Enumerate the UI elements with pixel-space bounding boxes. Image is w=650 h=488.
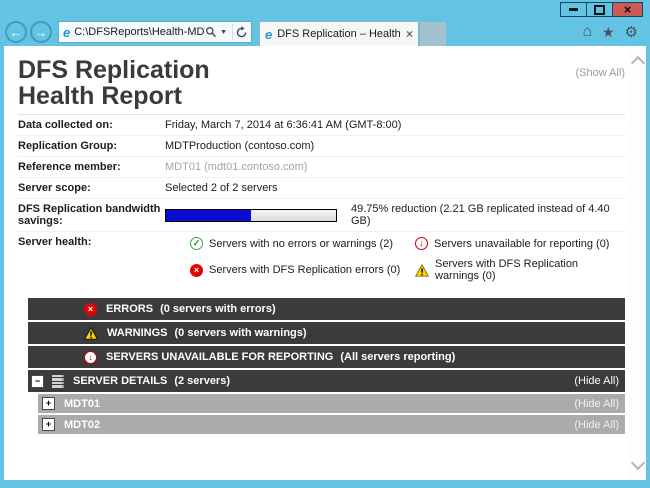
report-sections: × ERRORS (0 servers with errors) WARNING… xyxy=(28,298,625,434)
address-dropdown-icon[interactable]: ▼ xyxy=(220,29,227,36)
refresh-icon[interactable] xyxy=(235,26,248,39)
info-value: MDTProduction (contoso.com) xyxy=(165,140,625,152)
server-name: MDT02 xyxy=(64,419,100,431)
report-content: DFS Replication Health Report (Show All)… xyxy=(18,46,625,434)
collapse-box-icon[interactable]: − xyxy=(31,375,44,388)
server-row-mdt01[interactable]: + MDT01 (Hide All) xyxy=(38,394,625,413)
expand-box-icon[interactable]: + xyxy=(42,397,55,410)
settings-gear-icon[interactable]: ⚙ xyxy=(625,25,638,40)
page-favicon-ie-icon: e xyxy=(63,26,70,39)
close-icon: × xyxy=(624,3,632,16)
section-title: SERVERS UNAVAILABLE FOR REPORTING xyxy=(106,351,333,363)
health-item-errors: × Servers with DFS Replication errors (0… xyxy=(190,258,415,282)
section-errors-bar[interactable]: × ERRORS (0 servers with errors) xyxy=(28,298,625,320)
info-label: Reference member: xyxy=(18,161,165,173)
page-title: DFS Replication Health Report xyxy=(18,57,210,109)
expand-box-icon[interactable]: + xyxy=(42,418,55,431)
browser-tab[interactable]: e DFS Replication – Health Re... × xyxy=(259,21,419,46)
info-label: Server scope: xyxy=(18,182,165,194)
hide-all-link[interactable]: (Hide All) xyxy=(574,419,619,431)
favorites-star-icon[interactable]: ★ xyxy=(602,25,615,39)
server-icon xyxy=(52,375,64,388)
section-subtitle: (0 servers with errors) xyxy=(160,303,276,315)
report-page: DFS Replication Health Report (Show All)… xyxy=(4,46,646,480)
section-unavailable-bar[interactable]: ↓ SERVERS UNAVAILABLE FOR REPORTING (All… xyxy=(28,346,625,368)
health-item-text: Servers unavailable for reporting (0) xyxy=(434,238,609,250)
error-circle-icon: × xyxy=(190,264,203,277)
info-label: Server health: xyxy=(18,236,165,248)
section-subtitle: (2 servers) xyxy=(174,375,230,387)
health-item-unavailable: ↓ Servers unavailable for reporting (0) xyxy=(415,237,625,250)
error-circle-icon: × xyxy=(84,303,97,316)
tab-title: DFS Replication – Health Re... xyxy=(277,28,403,40)
bandwidth-progress-fill xyxy=(166,210,251,221)
bandwidth-text: 49.75% reduction (2.21 GB replicated ins… xyxy=(351,203,625,227)
home-icon[interactable]: ⌂ xyxy=(582,24,592,40)
health-item-text: Servers with DFS Replication errors (0) xyxy=(209,264,400,276)
info-value: Friday, March 7, 2014 at 6:36:41 AM (GMT… xyxy=(165,119,625,131)
forward-icon: → xyxy=(35,26,48,39)
info-label: Data collected on: xyxy=(18,119,165,131)
health-item-warnings: Servers with DFS Replication warnings (0… xyxy=(415,258,625,282)
info-row-server-scope: Server scope: Selected 2 of 2 servers xyxy=(18,178,625,199)
info-row-bandwidth-savings: DFS Replication bandwidth savings: 49.75… xyxy=(18,199,625,232)
page-scrollbar[interactable] xyxy=(629,46,646,480)
health-item-healthy: ✓ Servers with no errors or warnings (2) xyxy=(190,237,415,250)
check-circle-icon: ✓ xyxy=(190,237,203,250)
minimize-icon xyxy=(569,8,578,11)
health-item-text: Servers with DFS Replication warnings (0… xyxy=(435,258,625,282)
section-subtitle: (0 servers with warnings) xyxy=(175,327,307,339)
show-all-link[interactable]: (Show All) xyxy=(575,67,625,79)
section-title: SERVER DETAILS xyxy=(73,375,167,387)
unavailable-circle-icon: ↓ xyxy=(415,237,428,250)
info-value: MDT01 (mdt01.contoso.com) xyxy=(165,161,625,173)
minimize-button[interactable] xyxy=(560,2,587,17)
window-titlebar: × xyxy=(0,0,650,18)
server-row-mdt02[interactable]: + MDT02 (Hide All) xyxy=(38,415,625,434)
info-row-replication-group: Replication Group: MDTProduction (contos… xyxy=(18,136,625,157)
info-label: Replication Group: xyxy=(18,140,165,152)
unavailable-circle-icon: ↓ xyxy=(84,351,97,364)
scroll-down-icon[interactable] xyxy=(630,456,644,470)
close-button[interactable]: × xyxy=(612,2,643,17)
info-value: Selected 2 of 2 servers xyxy=(165,182,625,194)
address-divider xyxy=(232,24,233,40)
section-server-details-bar[interactable]: − SERVER DETAILS (2 servers) (Hide All) xyxy=(28,370,625,392)
hide-all-link[interactable]: (Hide All) xyxy=(574,375,619,387)
health-item-text: Servers with no errors or warnings (2) xyxy=(209,238,393,250)
window-controls: × xyxy=(561,2,643,17)
maximize-icon xyxy=(594,5,605,15)
server-health-grid: ✓ Servers with no errors or warnings (2)… xyxy=(165,236,625,286)
info-row-reference-member: Reference member: MDT01 (mdt01.contoso.c… xyxy=(18,157,625,178)
forward-button[interactable]: → xyxy=(30,21,52,43)
info-label: DFS Replication bandwidth savings: xyxy=(18,203,165,227)
new-tab-button[interactable] xyxy=(420,22,446,46)
section-subtitle: (All servers reporting) xyxy=(340,351,455,363)
warning-triangle-icon xyxy=(415,264,429,277)
info-row-data-collected: Data collected on: Friday, March 7, 2014… xyxy=(18,115,625,136)
address-bar[interactable]: e C:\DFSReports\Health-MDTProduction-07M… xyxy=(58,21,252,43)
browser-chrome: ← → e C:\DFSReports\Health-MDTProduction… xyxy=(0,18,650,46)
tab-close-icon[interactable]: × xyxy=(406,28,413,40)
search-icon[interactable] xyxy=(205,26,217,38)
server-name: MDT01 xyxy=(64,398,100,410)
bandwidth-progress-bar xyxy=(165,209,337,222)
section-warnings-bar[interactable]: WARNINGS (0 servers with warnings) xyxy=(28,322,625,344)
warning-triangle-icon xyxy=(84,327,98,340)
scroll-up-icon[interactable] xyxy=(630,56,644,70)
tab-favicon-ie-icon: e xyxy=(265,28,272,41)
section-title: ERRORS xyxy=(106,303,153,315)
back-icon: ← xyxy=(10,26,23,39)
info-row-server-health: Server health: ✓ Servers with no errors … xyxy=(18,232,625,290)
report-header: DFS Replication Health Report (Show All) xyxy=(18,46,625,115)
section-title: WARNINGS xyxy=(107,327,168,339)
address-url[interactable]: C:\DFSReports\Health-MDTProduction-07Ma xyxy=(74,26,205,38)
maximize-button[interactable] xyxy=(586,2,613,17)
hide-all-link[interactable]: (Hide All) xyxy=(574,398,619,410)
back-button[interactable]: ← xyxy=(5,21,27,43)
